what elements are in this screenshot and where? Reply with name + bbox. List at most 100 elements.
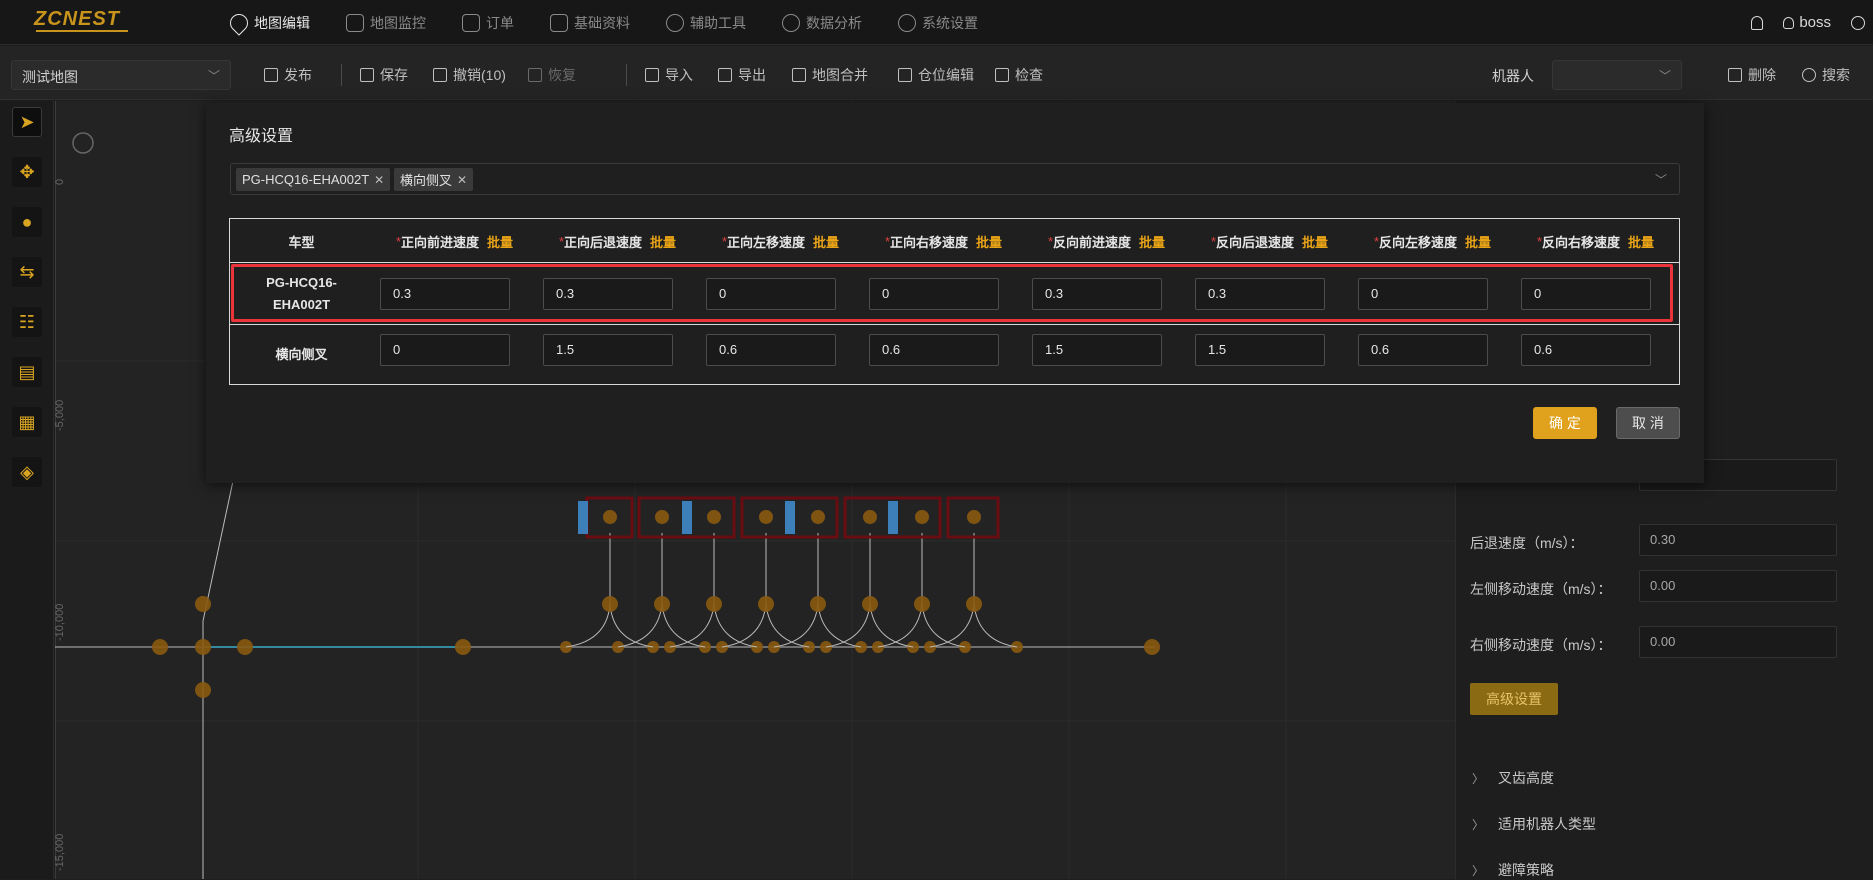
bell-icon[interactable] — [1751, 15, 1764, 30]
tag-label: PG-HCQ16-EHA002T — [242, 172, 370, 187]
location-edit-label: 仓位编辑 — [918, 67, 974, 83]
move-icon: ✥ — [19, 161, 35, 182]
nav-orders[interactable]: 订单 — [444, 0, 532, 45]
import-label: 导入 — [665, 67, 693, 83]
location-icon — [898, 68, 912, 82]
main-nav: 地图编辑 地图监控 订单 基础资料 辅助工具 数据分析 系统设置 — [212, 0, 996, 45]
left-speed-input[interactable]: 0.00 — [1639, 570, 1837, 602]
back-speed-label: 后退速度（m/s）： — [1470, 535, 1584, 551]
speed-input[interactable]: 0.6 — [1521, 334, 1651, 366]
point-tool[interactable]: ● — [12, 207, 42, 237]
table-row: 横向侧叉 0 1.5 0.6 0.6 1.5 1.5 0.6 0.6 — [230, 325, 1679, 385]
globe-icon[interactable] — [1851, 15, 1865, 30]
select-tool[interactable]: ➤ — [12, 107, 42, 137]
map-select[interactable]: 测试地图 ﹀ — [11, 60, 231, 90]
export-button[interactable]: 导出 — [718, 60, 766, 90]
right-speed-input[interactable]: 0.00 — [1639, 626, 1837, 658]
publish-button[interactable]: 发布 — [264, 60, 312, 90]
app-logo: ZCNEST — [34, 8, 120, 30]
left-tool-palette: ➤ ✥ ● ⇆ ☷ ▤ ▦ ◈ — [0, 101, 54, 879]
nav-map-edit[interactable]: 地图编辑 — [212, 0, 328, 45]
right-speed-label: 右侧移动速度（m/s）： — [1470, 637, 1612, 653]
publish-label: 发布 — [284, 67, 312, 83]
search-icon — [1802, 68, 1816, 82]
export-label: 导出 — [738, 67, 766, 83]
advanced-settings-button[interactable]: 高级设置 — [1470, 683, 1558, 715]
close-icon[interactable]: ✕ — [457, 173, 467, 187]
nav-label: 辅助工具 — [690, 14, 746, 31]
batch-button[interactable]: 批量 — [487, 232, 513, 251]
search-button[interactable]: 搜索 — [1802, 60, 1850, 90]
chevron-down-icon: ﹀ — [1658, 69, 1671, 83]
robot-select[interactable]: ﹀ — [1552, 60, 1682, 90]
cancel-button[interactable]: 取 消 — [1616, 407, 1680, 439]
import-button[interactable]: 导入 — [645, 60, 693, 90]
map-merge-button[interactable]: 地图合并 — [792, 60, 868, 90]
nav-system-settings[interactable]: 系统设置 — [880, 0, 996, 45]
section-label: 叉齿高度 — [1498, 770, 1555, 786]
batch-button[interactable]: 批量 — [650, 232, 676, 251]
batch-button[interactable]: 批量 — [976, 232, 1002, 251]
chevron-right-icon: 〉 — [1472, 863, 1485, 878]
toolbar-divider — [341, 64, 342, 86]
batch-button[interactable]: 批量 — [813, 232, 839, 251]
station-icon: ▤ — [18, 361, 36, 382]
area-tool[interactable]: ◈ — [12, 457, 42, 487]
close-icon[interactable]: ✕ — [374, 173, 384, 187]
publish-icon — [264, 68, 278, 82]
speed-input[interactable]: 0.6 — [1358, 334, 1488, 366]
back-speed-input[interactable]: 0.30 — [1639, 524, 1837, 556]
section-avoidance[interactable]: 〉避障策略 — [1472, 860, 1554, 880]
location-edit-button[interactable]: 仓位编辑 — [898, 60, 974, 90]
section-fork-height[interactable]: 〉叉齿高度 — [1472, 768, 1554, 788]
move-tool[interactable]: ✥ — [12, 157, 42, 187]
station-tool[interactable]: ▤ — [12, 357, 42, 387]
check-button[interactable]: 检查 — [995, 60, 1043, 90]
speed-input[interactable]: 0.6 — [706, 334, 836, 366]
speed-input[interactable]: 1.5 — [1032, 334, 1162, 366]
speed-input[interactable]: 1.5 — [543, 334, 673, 366]
advanced-settings-dialog: 高级设置 PG-HCQ16-EHA002T ✕ 横向侧叉 ✕ ﹀ 车型 * 正向前进速… — [206, 103, 1704, 483]
robot-type-multiselect[interactable]: PG-HCQ16-EHA002T ✕ 横向侧叉 ✕ ﹀ — [230, 163, 1680, 195]
top-right-tools: boss — [1751, 0, 1873, 45]
nav-data-analysis[interactable]: 数据分析 — [764, 0, 880, 45]
gear-icon — [666, 13, 684, 32]
save-button[interactable]: 保存 — [360, 60, 408, 90]
nav-label: 地图监控 — [370, 14, 426, 31]
speed-input[interactable]: 0 — [380, 334, 510, 366]
left-speed-label: 左侧移动速度（m/s）： — [1470, 581, 1612, 597]
redo-label: 恢复 — [548, 67, 576, 83]
nav-label: 地图编辑 — [254, 14, 310, 31]
nav-label: 订单 — [486, 14, 514, 31]
qr-tool[interactable]: ▦ — [12, 407, 42, 437]
delete-button[interactable]: 删除 — [1728, 60, 1776, 90]
col-header: * 反向左移速度 批量 — [1351, 219, 1514, 263]
search-label: 搜索 — [1822, 67, 1850, 83]
speed-input[interactable]: 0.6 — [869, 334, 999, 366]
batch-button[interactable]: 批量 — [1465, 232, 1491, 251]
nav-label: 系统设置 — [922, 14, 978, 31]
batch-button[interactable]: 批量 — [1628, 232, 1654, 251]
undo-button[interactable]: 撤销(10) — [433, 60, 506, 90]
nav-map-monitor[interactable]: 地图监控 — [328, 0, 444, 45]
grid-icon: ▦ — [18, 411, 36, 432]
axis-label: -15,000 — [55, 834, 66, 871]
col-label: 正向前进速度 — [401, 234, 480, 250]
col-label: 反向前进速度 — [1053, 234, 1132, 250]
batch-button[interactable]: 批量 — [1139, 232, 1165, 251]
confirm-button[interactable]: 确 定 — [1533, 407, 1597, 439]
col-header: * 正向左移速度 批量 — [699, 219, 862, 263]
nav-tools[interactable]: 辅助工具 — [648, 0, 764, 45]
user-menu[interactable]: boss — [1783, 14, 1831, 31]
nav-base-data[interactable]: 基础资料 — [532, 0, 648, 45]
logo-underline — [36, 30, 128, 32]
redo-button[interactable]: 恢复 — [528, 60, 576, 90]
section-robot-type[interactable]: 〉适用机器人类型 — [1472, 814, 1596, 834]
gear-icon — [782, 13, 800, 32]
batch-button[interactable]: 批量 — [1302, 232, 1328, 251]
speed-input[interactable]: 1.5 — [1195, 334, 1325, 366]
shelf-tool[interactable]: ☷ — [12, 307, 42, 337]
path-tool[interactable]: ⇆ — [12, 257, 42, 287]
col-header: * 正向前进速度 批量 — [373, 219, 536, 263]
merge-icon — [792, 68, 806, 82]
